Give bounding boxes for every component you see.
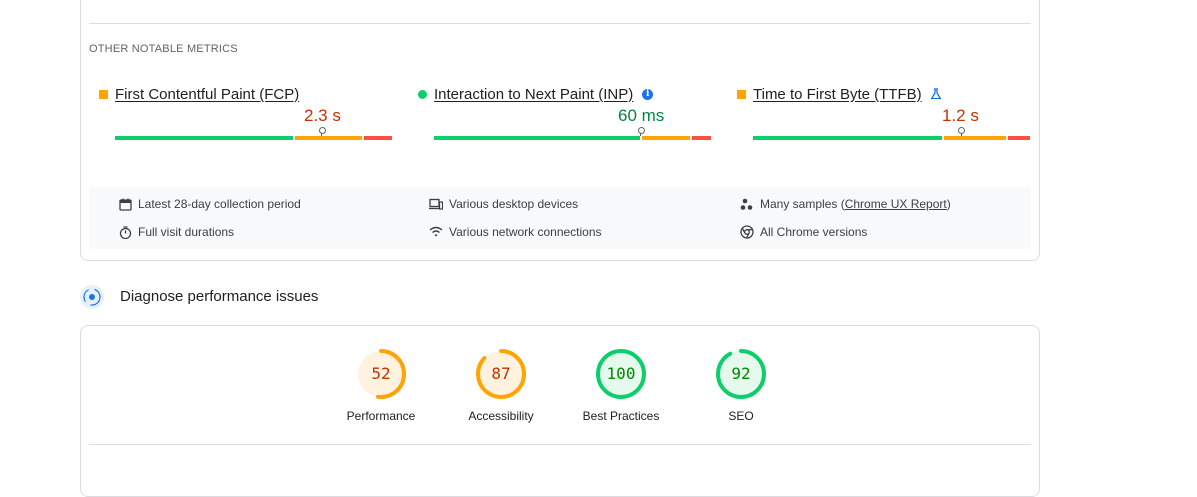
metric-fcp: First Contentful Paint (FCP) 2.3 s [99, 84, 399, 140]
section-label: OTHER NOTABLE METRICS [89, 43, 238, 55]
divider [89, 23, 1031, 24]
metric-ttfb: Time to First Byte (TTFB) 1.2 s [737, 84, 1037, 140]
info-collection-period: Latest 28-day collection period [119, 197, 301, 211]
score-label: SEO [728, 409, 754, 423]
flask-icon[interactable] [930, 88, 942, 100]
info-icon[interactable]: i [642, 88, 654, 100]
score-gauge-performance[interactable]: 52 Performance [321, 348, 441, 423]
distribution-segment-needs-improvement [641, 136, 690, 140]
metric-inp: Interaction to Next Paint (INP) i 60 ms [418, 84, 718, 140]
info-text: Many samples ( [760, 197, 845, 211]
field-data-card: OTHER NOTABLE METRICS First Contentful P… [80, 0, 1040, 261]
lighthouse-scores-card: 52 Performance 87 Accessibility 100 Best… [80, 325, 1040, 497]
score-value: 92 [731, 364, 751, 383]
distribution-segment-good [434, 136, 640, 140]
score-value: 100 [606, 364, 636, 383]
score-label: Best Practices [582, 409, 660, 423]
info-text: All Chrome versions [760, 225, 868, 239]
chrome-icon [740, 225, 754, 239]
score-value: 87 [491, 364, 511, 383]
distribution-bar [115, 127, 392, 140]
calendar-icon [119, 198, 132, 211]
devices-icon [429, 198, 443, 210]
chrome-ux-report-link[interactable]: Chrome UX Report [845, 197, 947, 211]
distribution-segment-poor [691, 136, 711, 140]
samples-icon [740, 198, 753, 210]
status-square-icon [737, 89, 746, 99]
info-visit-durations: Full visit durations [119, 225, 234, 239]
distribution-segment-poor [1007, 136, 1030, 140]
info-text: Various network connections [449, 225, 602, 239]
score-gauge-accessibility[interactable]: 87 Accessibility [441, 348, 561, 423]
score-value: 52 [371, 364, 391, 383]
metric-value: 60 ms [618, 106, 665, 125]
distribution-segment-good [115, 136, 294, 140]
info-chrome-versions: All Chrome versions [740, 225, 867, 239]
distribution-bar [753, 127, 1030, 140]
metric-name-link[interactable]: Time to First Byte (TTFB) [753, 86, 922, 103]
distribution-segment-good [753, 136, 943, 140]
stopwatch-icon [119, 225, 132, 239]
diagnose-icon [80, 285, 104, 309]
score-gauge-seo[interactable]: 92 SEO [681, 348, 801, 423]
section-title: Diagnose performance issues [120, 288, 319, 305]
metric-name-link[interactable]: First Contentful Paint (FCP) [115, 86, 299, 103]
info-devices: Various desktop devices [429, 197, 578, 211]
wifi-icon [429, 226, 443, 237]
metric-value: 1.2 s [942, 106, 979, 125]
distribution-bar [434, 127, 711, 140]
score-label: Accessibility [468, 409, 534, 423]
divider [89, 444, 1031, 445]
score-gauge-best-practices[interactable]: 100 Best Practices [561, 348, 681, 423]
p75-marker [637, 127, 645, 134]
info-text: Latest 28-day collection period [138, 197, 301, 211]
info-text: ) [946, 197, 951, 211]
status-square-icon [99, 89, 108, 99]
p75-marker [958, 127, 966, 134]
score-label: Performance [346, 409, 416, 423]
distribution-segment-poor [364, 136, 392, 140]
p75-marker [318, 127, 326, 134]
info-text: Various desktop devices [449, 197, 579, 211]
metric-value: 2.3 s [304, 106, 341, 125]
info-network: Various network connections [429, 225, 602, 239]
info-text: Full visit durations [138, 225, 235, 239]
metric-name-link[interactable]: Interaction to Next Paint (INP) [434, 86, 633, 103]
collection-info-panel: Latest 28-day collection period Full vis… [89, 187, 1031, 249]
distribution-segment-needs-improvement [295, 136, 363, 140]
status-circle-icon [418, 89, 427, 99]
info-samples: Many samples (Chrome UX Report) [740, 197, 951, 211]
distribution-segment-needs-improvement [944, 136, 1006, 140]
